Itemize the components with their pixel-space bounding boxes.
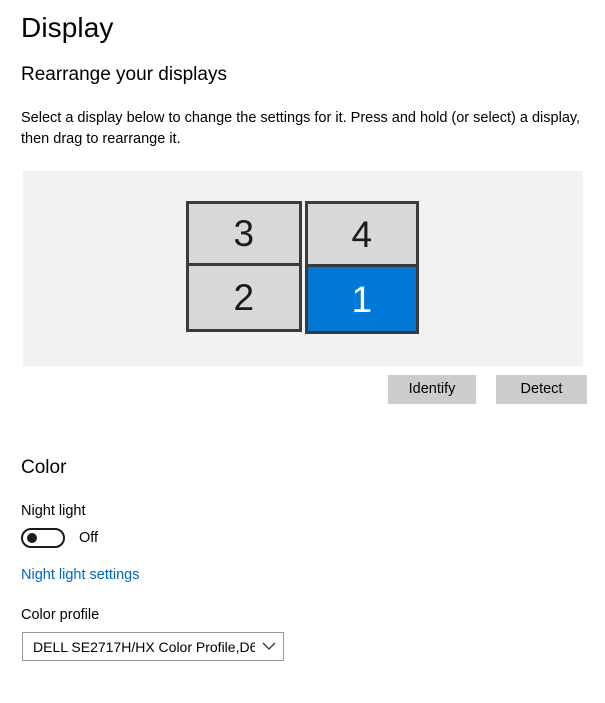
page-title: Display — [21, 12, 114, 43]
display-tile-2[interactable]: 2 — [189, 266, 299, 329]
chevron-down-icon — [255, 642, 283, 651]
night-light-toggle-row: Off — [21, 528, 98, 548]
display-arrangement-stage: 3 2 4 1 — [186, 201, 419, 334]
rearrange-displays-heading: Rearrange your displays — [21, 64, 227, 85]
detect-button[interactable]: Detect — [496, 375, 587, 404]
night-light-label: Night light — [21, 503, 86, 519]
display-tile-4[interactable]: 4 — [308, 204, 416, 267]
display-column-right: 4 1 — [305, 201, 419, 334]
night-light-toggle[interactable] — [21, 528, 65, 548]
display-tile-1-number: 1 — [351, 278, 373, 320]
display-tile-3[interactable]: 3 — [189, 204, 299, 266]
color-heading: Color — [21, 457, 67, 478]
display-tile-3-number: 3 — [233, 213, 255, 254]
color-profile-label: Color profile — [21, 607, 100, 623]
night-light-state-label: Off — [79, 530, 99, 546]
color-profile-value: DELL SE2717H/HX Color Profile,D65 — [33, 638, 255, 655]
display-tile-1[interactable]: 1 — [308, 267, 416, 331]
identify-button[interactable]: Identify — [388, 375, 476, 404]
rearrange-displays-description: Select a display below to change the set… — [21, 110, 581, 147]
color-profile-dropdown[interactable]: DELL SE2717H/HX Color Profile,D65 — [22, 632, 284, 661]
night-light-settings-link[interactable]: Night light settings — [21, 565, 139, 585]
display-tile-4-number: 4 — [351, 213, 373, 255]
display-tile-2-number: 2 — [233, 277, 255, 318]
toggle-knob — [27, 533, 37, 543]
display-column-left: 3 2 — [186, 201, 302, 332]
